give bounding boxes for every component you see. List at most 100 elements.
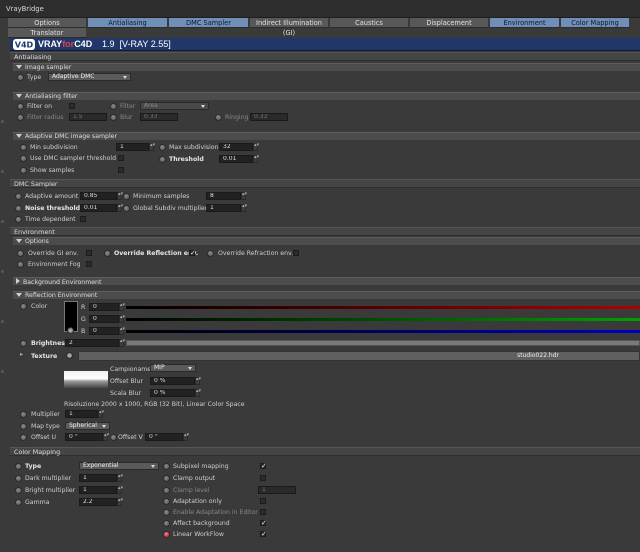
dark-multiplier-spinner[interactable]: ▴▾ xyxy=(117,474,123,482)
filter-dropdown[interactable]: Area xyxy=(140,102,209,110)
adaptation-only-checkbox[interactable] xyxy=(260,498,266,504)
texture-expand-icon[interactable]: ▸ xyxy=(20,351,23,358)
campionamento-dropdown[interactable]: MIP xyxy=(150,364,196,372)
multiplier-radio[interactable] xyxy=(20,411,27,418)
r-field[interactable]: 0 xyxy=(89,303,119,311)
dark-multiplier-radio[interactable] xyxy=(15,475,22,482)
override-gi-radio[interactable] xyxy=(17,250,24,257)
texture-options-button[interactable] xyxy=(66,352,73,359)
g-spinner[interactable]: ▴▾ xyxy=(119,315,125,323)
min-subdiv-field[interactable]: 1 xyxy=(116,143,149,151)
affect-background-radio[interactable] xyxy=(163,520,170,527)
group-env-options[interactable]: Options xyxy=(13,237,640,245)
linear-workflow-radio[interactable] xyxy=(163,531,170,538)
adaptive-amount-radio[interactable] xyxy=(15,193,22,200)
multiplier-spinner[interactable]: ▴▾ xyxy=(98,410,104,418)
clamp-output-radio[interactable] xyxy=(163,475,170,482)
clamp-output-checkbox[interactable] xyxy=(260,475,266,481)
enable-adaptation-radio[interactable] xyxy=(163,509,170,516)
tab-indirect-illumination[interactable]: Indirect Illumination (GI) xyxy=(250,18,329,37)
clamp-level-field[interactable]: 1 xyxy=(258,486,296,494)
r-spinner[interactable]: ▴▾ xyxy=(119,303,125,311)
min-samples-field[interactable]: 8 xyxy=(206,192,241,200)
b-spinner[interactable]: ▴▾ xyxy=(119,327,125,335)
threshold-radio[interactable] xyxy=(159,156,166,163)
bright-multiplier-spinner[interactable]: ▴▾ xyxy=(117,486,123,494)
tab-dmc-sampler[interactable]: DMC Sampler xyxy=(169,18,249,28)
brightness-slider[interactable] xyxy=(126,340,640,346)
offset-v-radio[interactable] xyxy=(110,434,117,441)
type-radio[interactable] xyxy=(17,74,24,81)
subpixel-radio[interactable] xyxy=(163,463,170,470)
tab-caustics[interactable]: Caustics xyxy=(330,18,409,28)
filter-on-checkbox[interactable] xyxy=(69,103,75,109)
max-subdiv-spinner[interactable]: ▴▾ xyxy=(253,143,259,151)
clamp-level-radio[interactable] xyxy=(163,487,170,494)
bright-multiplier-field[interactable]: 1 xyxy=(79,486,117,494)
override-reflection-radio[interactable] xyxy=(104,250,111,257)
ringing-field[interactable]: 0.33 xyxy=(250,113,288,121)
offset-blur-field[interactable]: 0 % xyxy=(150,377,195,385)
tab-options[interactable]: Options xyxy=(8,18,87,28)
threshold-spinner[interactable]: ▴▾ xyxy=(253,155,259,163)
offset-v-field[interactable]: 0 ° xyxy=(145,433,183,441)
filter-on-radio[interactable] xyxy=(17,103,24,110)
tab-color-mapping[interactable]: Color Mapping xyxy=(561,18,630,28)
offset-v-spinner[interactable]: ▴▾ xyxy=(183,433,189,441)
tab-translator[interactable]: Translator xyxy=(8,28,87,38)
multiplier-field[interactable]: 1 xyxy=(65,410,98,418)
group-image-sampler[interactable]: Image sampler xyxy=(13,63,640,71)
use-dmc-radio[interactable] xyxy=(20,155,27,162)
map-type-radio[interactable] xyxy=(20,423,27,430)
max-subdiv-field[interactable]: 32 xyxy=(219,143,253,151)
blur-radio[interactable] xyxy=(110,114,117,121)
filter-radius-field[interactable]: 1.5 xyxy=(69,113,107,121)
noise-threshold-spinner[interactable]: ▴▾ xyxy=(117,204,123,212)
max-subdiv-radio[interactable] xyxy=(159,144,166,151)
scala-blur-spinner[interactable]: ▴▾ xyxy=(195,389,201,397)
adaptive-amount-field[interactable]: 0.85 xyxy=(80,192,117,200)
map-type-dropdown[interactable]: Spherical xyxy=(65,422,110,430)
panel-resize-handle[interactable] xyxy=(0,120,6,420)
gamma-radio[interactable] xyxy=(15,499,22,506)
min-samples-radio[interactable] xyxy=(123,193,130,200)
min-subdiv-radio[interactable] xyxy=(20,144,27,151)
b-slider[interactable] xyxy=(126,330,640,333)
r-slider[interactable] xyxy=(126,306,640,309)
brightness-spinner[interactable]: ▴▾ xyxy=(119,339,125,347)
bright-multiplier-radio[interactable] xyxy=(15,487,22,494)
environment-fog-radio[interactable] xyxy=(17,261,24,268)
use-dmc-checkbox[interactable] xyxy=(118,155,124,161)
override-refraction-radio[interactable] xyxy=(207,250,214,257)
override-gi-checkbox[interactable] xyxy=(86,250,92,256)
offset-u-radio[interactable] xyxy=(20,434,27,441)
show-samples-radio[interactable] xyxy=(20,167,27,174)
linear-workflow-checkbox[interactable]: ✓ xyxy=(260,531,267,538)
scala-blur-field[interactable]: 0 % xyxy=(150,389,195,397)
group-background-env[interactable]: Background Environment xyxy=(13,277,640,286)
sampler-type-dropdown[interactable]: Adaptive DMC xyxy=(48,73,131,81)
group-aa-filter[interactable]: Antialiasing filter xyxy=(13,92,640,100)
brightness-radio[interactable] xyxy=(20,340,27,347)
color-picker-toggle[interactable] xyxy=(67,327,74,334)
noise-threshold-field[interactable]: 0.01 xyxy=(80,204,117,212)
time-dependent-checkbox[interactable] xyxy=(80,216,86,222)
g-field[interactable]: 0 xyxy=(89,315,119,323)
gamma-spinner[interactable]: ▴▾ xyxy=(117,498,123,506)
threshold-field[interactable]: 0.01 xyxy=(219,155,253,163)
time-dependent-radio[interactable] xyxy=(15,216,22,223)
dark-multiplier-field[interactable]: 1 xyxy=(79,474,117,482)
group-adaptive-dmc[interactable]: Adaptive DMC image sampler xyxy=(13,132,640,140)
adaptation-only-radio[interactable] xyxy=(163,498,170,505)
offset-u-spinner[interactable]: ▴▾ xyxy=(103,433,109,441)
override-reflection-checkbox[interactable]: ✓ xyxy=(189,250,196,257)
filter-radio[interactable] xyxy=(110,103,117,110)
gamma-field[interactable]: 2.2 xyxy=(79,498,117,506)
min-samples-spinner[interactable]: ▴▾ xyxy=(241,192,247,200)
global-subdiv-spinner[interactable]: ▴▾ xyxy=(241,204,247,212)
offset-blur-spinner[interactable]: ▴▾ xyxy=(195,377,201,385)
subpixel-checkbox[interactable]: ✓ xyxy=(260,463,267,470)
ringing-radio[interactable] xyxy=(215,114,222,121)
adaptive-amount-spinner[interactable]: ▴▾ xyxy=(117,192,123,200)
show-samples-checkbox[interactable] xyxy=(118,167,124,173)
